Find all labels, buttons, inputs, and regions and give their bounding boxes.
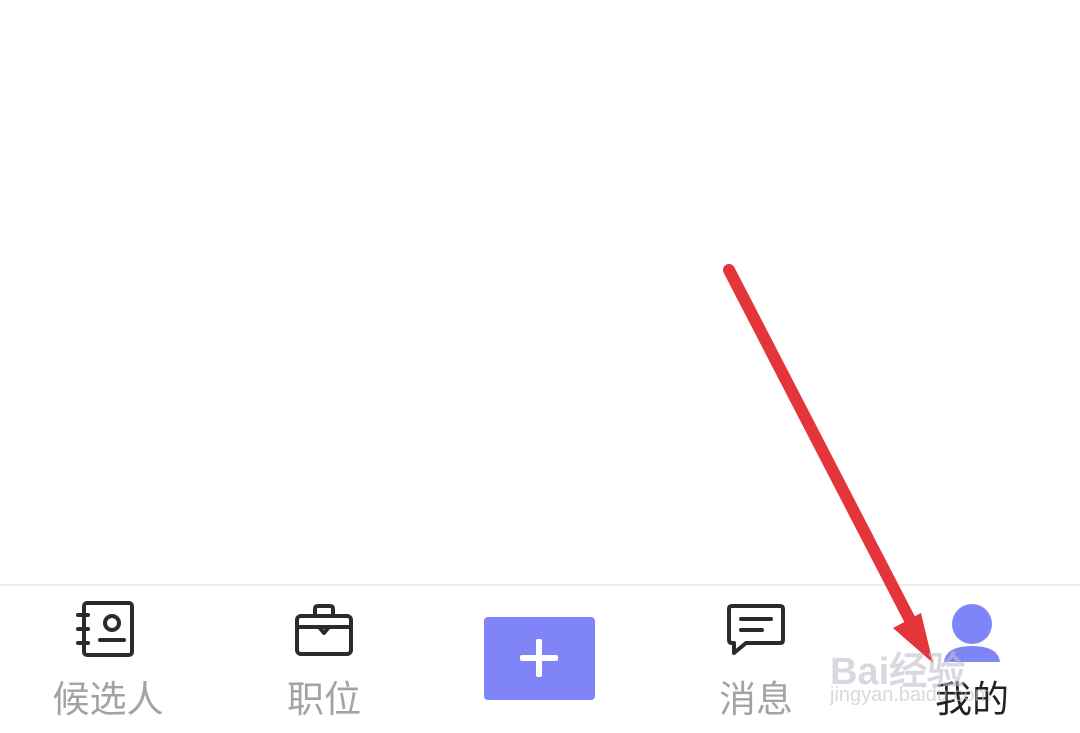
watermark-url: jingyan.baidu.com [830,684,992,706]
contacts-book-icon [75,600,135,664]
briefcase-icon [294,602,354,662]
tab-candidates[interactable]: 候选人 [0,586,216,733]
baidu-watermark: Bai经验 jingyan.baidu.com [830,640,1040,710]
tab-candidates-label: 候选人 [52,678,164,721]
chat-bubble-icon [726,602,786,662]
tab-positions[interactable]: 职位 [216,586,432,733]
add-button[interactable] [484,617,595,700]
main-content-area [0,0,1080,584]
tab-positions-label: 职位 [287,678,361,721]
